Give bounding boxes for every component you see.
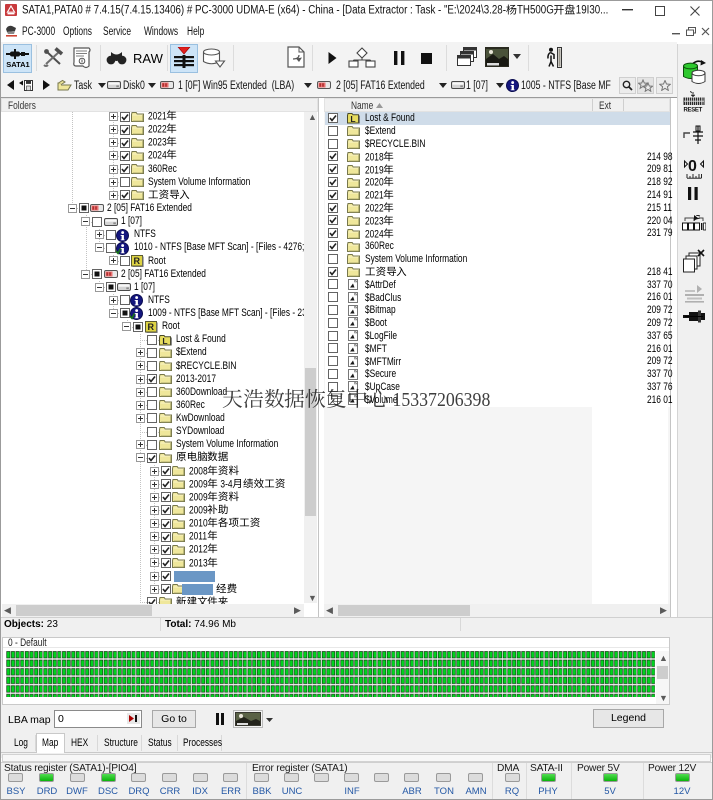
svg-text:R: R: [147, 322, 154, 332]
svg-text:L: L: [350, 114, 355, 124]
svg-text:0: 0: [688, 158, 697, 175]
svg-text:RESET: RESET: [684, 108, 703, 113]
svg-text:R: R: [134, 256, 141, 266]
svg-text:L: L: [162, 336, 167, 346]
